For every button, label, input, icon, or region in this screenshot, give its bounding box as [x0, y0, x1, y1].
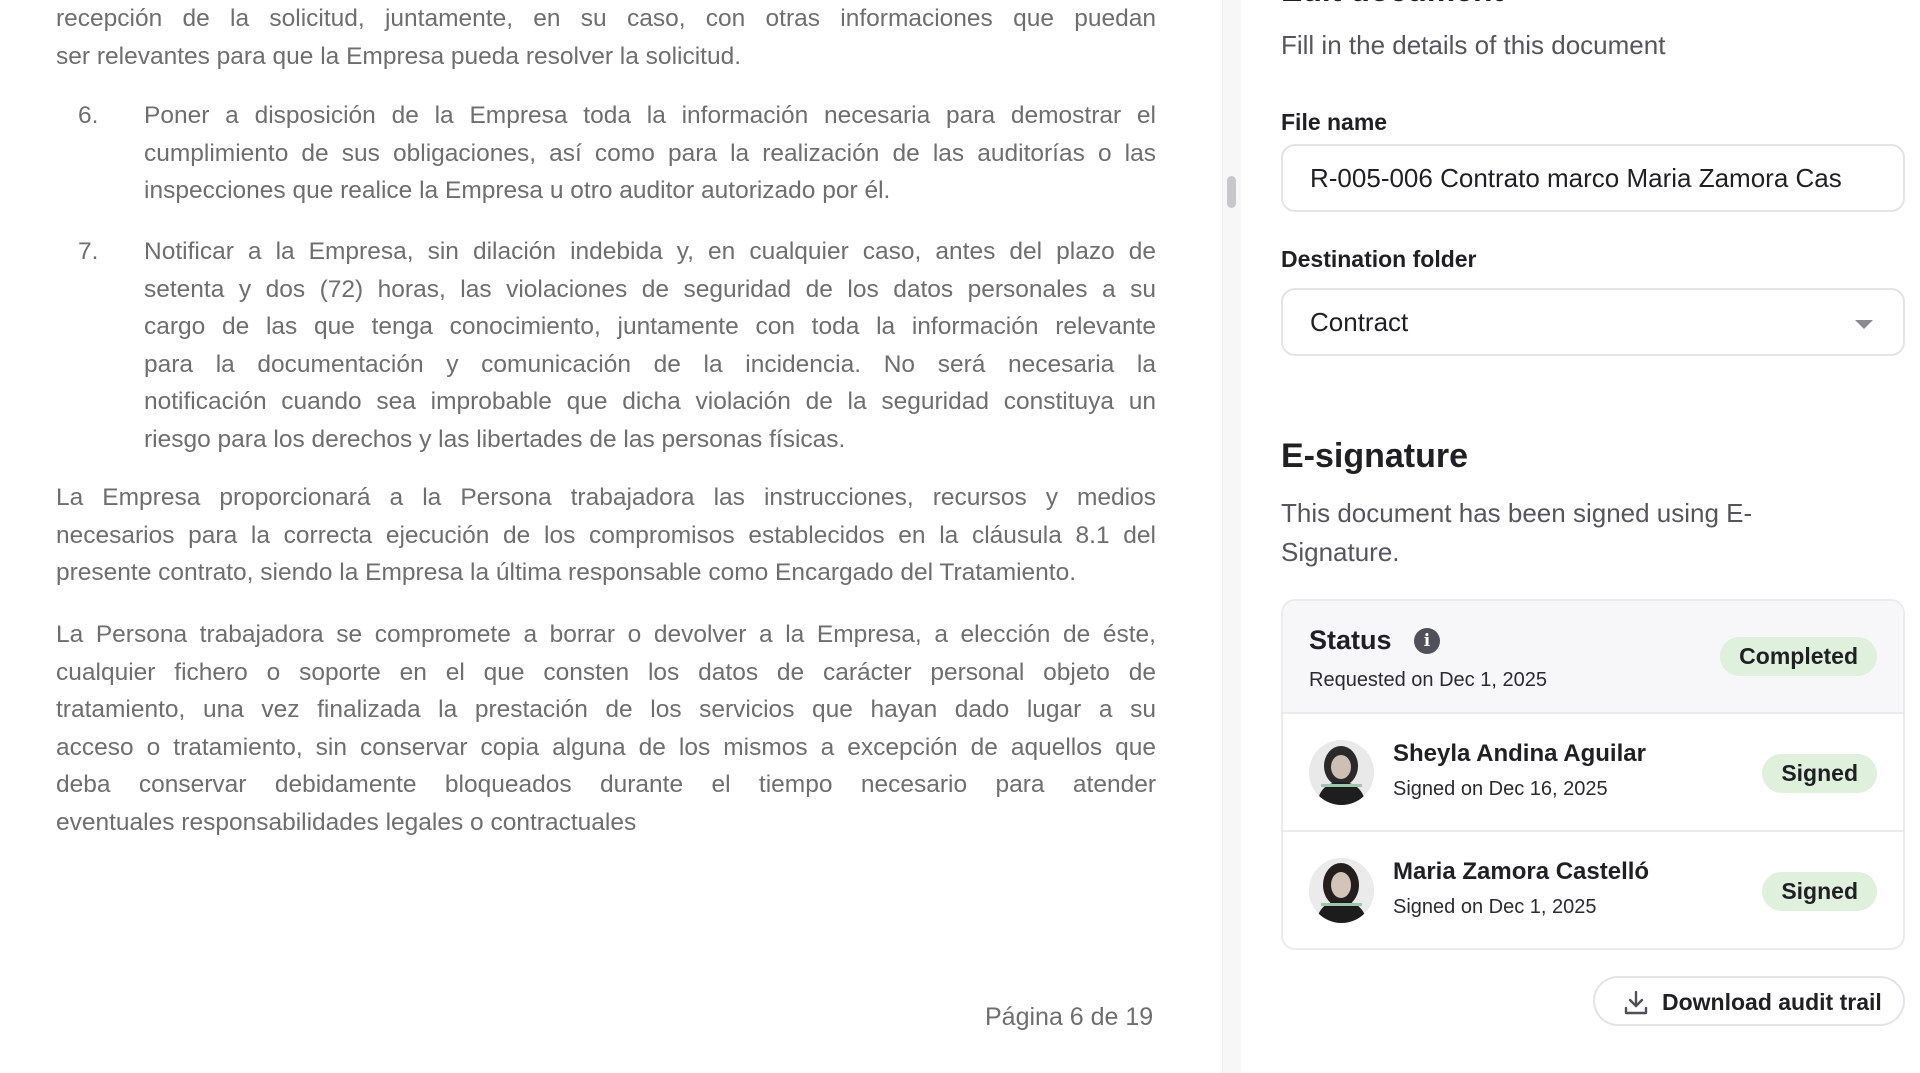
document-line: Poner a disposición de la Empresa toda l…	[144, 102, 1156, 129]
document-line: cualquier fichero o soporte en el que co…	[56, 658, 1156, 686]
download-audit-trail-button[interactable]: Download audit trail	[1593, 976, 1905, 1026]
signer-row: Sheyla Andina Aguilar Signed on Dec 16, …	[1283, 714, 1903, 832]
signed-date: Signed on Dec 1, 2025	[1393, 896, 1597, 918]
avatar	[1309, 858, 1374, 923]
signature-status-header: Status i Requested on Dec 1, 2025 Comple…	[1283, 601, 1903, 714]
signer-row: Maria Zamora Castelló Signed on Dec 1, 2…	[1283, 832, 1903, 948]
document-line: notificación cuando sea improbable que d…	[144, 388, 1156, 415]
document-line: La Persona trabajadora se compromete a b…	[56, 621, 1156, 648]
document-line: deba conservar debidamente bloqueados du…	[56, 771, 1156, 798]
info-icon[interactable]: i	[1414, 628, 1440, 654]
document-line: ser relevantes para que la Empresa pueda…	[56, 42, 742, 70]
list-item-number: 6.	[78, 102, 99, 129]
document-line: para la documentación y comunicación de …	[144, 350, 1156, 378]
document-line: necesarios para la correcta ejecución de…	[56, 521, 1156, 549]
document-line: cargo de las que tenga conocimiento, jun…	[144, 313, 1156, 340]
document-line: cumplimiento de sus obligaciones, así co…	[144, 139, 1156, 167]
file-name-input[interactable]	[1310, 146, 1890, 210]
destination-folder-select[interactable]: Contract	[1281, 288, 1905, 356]
esignature-description: This document has been signed using E-Si…	[1281, 498, 1753, 567]
esignature-title: E-signature	[1281, 437, 1469, 475]
signature-status-card: Status i Requested on Dec 1, 2025 Comple…	[1281, 599, 1905, 950]
requested-date: Requested on Dec 1, 2025	[1309, 669, 1547, 691]
avatar	[1309, 740, 1374, 805]
document-line: inspecciones que realice la Empresa u ot…	[144, 177, 891, 204]
panel-subtitle: Fill in the details of this document	[1281, 30, 1666, 60]
document-line: presente contrato, siendo la Empresa la …	[56, 559, 1077, 586]
document-line: La Empresa proporcionará a la Persona tr…	[56, 484, 1156, 511]
edit-document-panel: Edit document Fill in the details of thi…	[1241, 0, 1920, 1073]
signer-name: Sheyla Andina Aguilar	[1393, 740, 1646, 767]
document-viewer[interactable]: recepción de la solicitud, juntamente, e…	[0, 0, 1222, 1073]
signed-date: Signed on Dec 16, 2025	[1393, 778, 1608, 800]
signed-badge: Signed	[1762, 872, 1877, 911]
document-line: Notificar a la Empresa, sin dilación ind…	[144, 238, 1156, 265]
document-line: recepción de la solicitud, juntamente, e…	[56, 5, 1156, 32]
destination-folder-label: Destination folder	[1281, 246, 1477, 272]
viewer-scrollbar-thumb[interactable]	[1227, 176, 1236, 208]
document-paragraph: La Empresa proporcionará a la Persona tr…	[56, 479, 1156, 592]
chevron-down-icon	[1855, 320, 1873, 329]
document-line: riesgo para los derechos y las libertade…	[144, 425, 846, 453]
document-line: setenta y dos (72) horas, las violacione…	[144, 275, 1156, 303]
document-paragraph: La Persona trabajadora se compromete a b…	[56, 616, 1156, 841]
status-label: Status	[1309, 625, 1392, 655]
signed-badge: Signed	[1762, 754, 1877, 793]
destination-folder-value: Contract	[1310, 307, 1409, 337]
panel-heading: Edit document	[1281, 0, 1503, 9]
viewer-scrollbar-track[interactable]	[1222, 0, 1242, 1073]
page-number-footer: Página 6 de 19	[985, 1003, 1154, 1031]
signer-name: Maria Zamora Castelló	[1393, 858, 1650, 885]
document-line: acceso o tratamiento, sin conservar copi…	[56, 733, 1156, 761]
list-item-number: 7.	[78, 238, 99, 265]
download-icon	[1622, 989, 1650, 1017]
file-name-field[interactable]	[1281, 144, 1905, 212]
document-intro-text: recepción de la solicitud, juntamente, e…	[56, 0, 1156, 75]
document-line: eventuales responsabilidades legales o c…	[56, 808, 637, 836]
status-badge: Completed	[1720, 637, 1877, 676]
file-name-label: File name	[1281, 109, 1388, 135]
download-audit-trail-label: Download audit trail	[1662, 989, 1882, 1015]
document-line: tratamiento, una vez finalizada la prest…	[56, 696, 1156, 723]
